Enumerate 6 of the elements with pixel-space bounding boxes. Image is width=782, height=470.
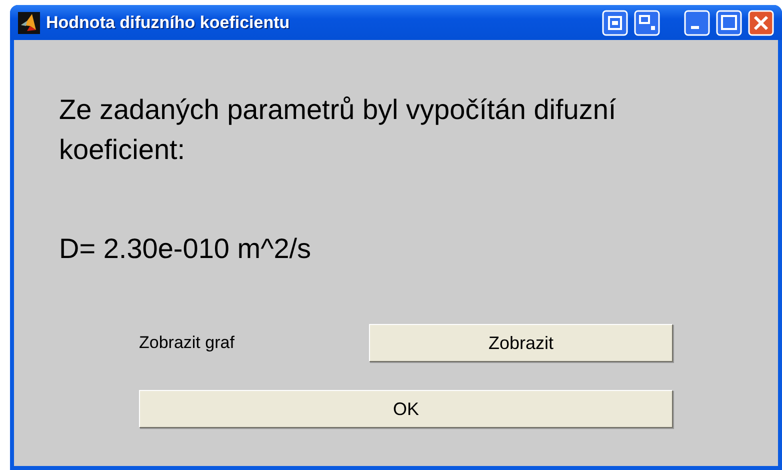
- message-text: Ze zadaných parametrů byl vypočítán difuzní koeficient:: [59, 93, 618, 167]
- graph-label: Zobrazit graf: [139, 333, 236, 353]
- result-text: D= 2.30e-010 m^2/s: [59, 232, 312, 266]
- window-title: Hodnota difuzního koeficientu: [46, 12, 291, 32]
- ok-button[interactable]: OK: [139, 390, 673, 428]
- show-graph-button[interactable]: Zobrazit: [369, 324, 673, 362]
